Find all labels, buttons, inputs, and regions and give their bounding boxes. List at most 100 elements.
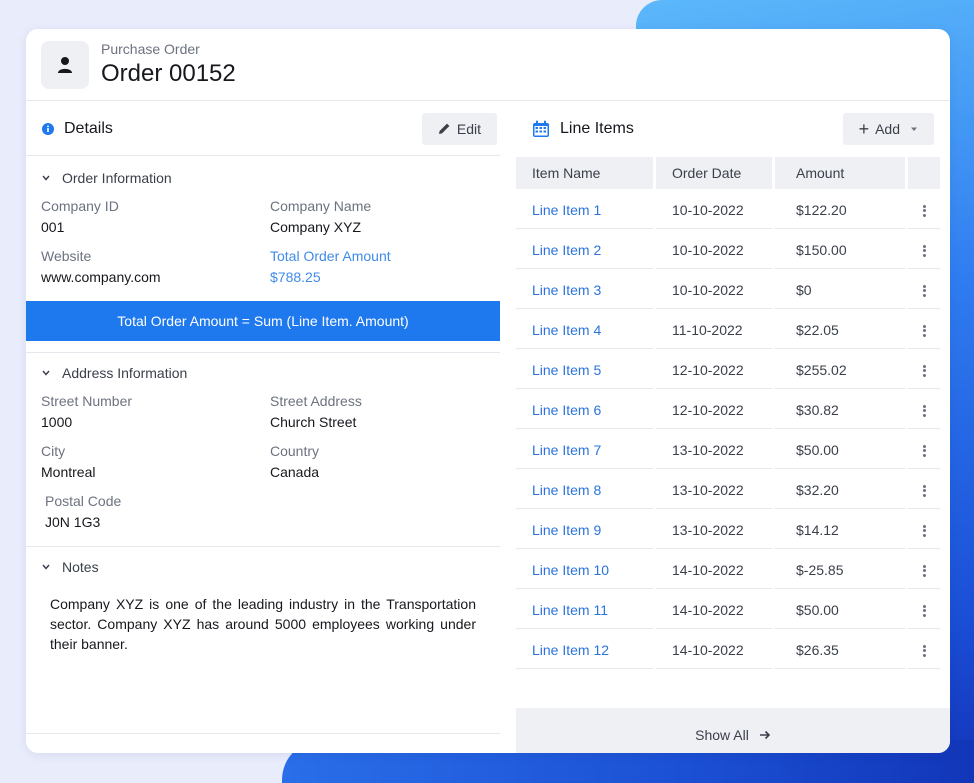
table-row: Line Item 7 13-10-2022 $50.00 (516, 431, 940, 469)
line-item-name-link[interactable]: Line Item 1 (516, 191, 653, 229)
page-subtitle: Purchase Order (101, 40, 200, 57)
line-item-date: 13-10-2022 (656, 511, 772, 549)
street-address-label: Street Address (270, 393, 362, 409)
street-address-value: Church Street (270, 414, 357, 430)
line-item-amount: $30.82 (775, 391, 905, 429)
row-actions-menu[interactable] (908, 471, 940, 509)
edit-button[interactable]: Edit (421, 112, 497, 145)
line-items-panel: Line Items + Add Item Name Order Date Am… (516, 102, 950, 753)
row-actions-menu[interactable] (908, 431, 940, 469)
line-item-name-link[interactable]: Line Item 4 (516, 311, 653, 349)
add-line-item-button[interactable]: + Add (842, 113, 934, 145)
line-item-date: 11-10-2022 (656, 311, 772, 349)
line-item-name-link[interactable]: Line Item 7 (516, 431, 653, 469)
city-value: Montreal (41, 464, 96, 480)
order-information-toggle[interactable]: Order Information (26, 158, 500, 198)
chevron-down-icon (42, 564, 50, 570)
chevron-down-icon (42, 175, 50, 181)
kebab-menu-icon (922, 324, 926, 338)
caret-down-icon (911, 127, 917, 131)
country-value: Canada (270, 464, 320, 480)
postal-code-label: Postal Code (45, 493, 122, 509)
table-row: Line Item 1 10-10-2022 $122.20 (516, 191, 940, 229)
line-item-date: 12-10-2022 (656, 351, 772, 389)
table-row: Line Item 2 10-10-2022 $150.00 (516, 231, 940, 269)
table-row: Line Item 3 10-10-2022 $0 (516, 271, 940, 309)
row-actions-menu[interactable] (908, 191, 940, 229)
line-item-date: 14-10-2022 (656, 551, 772, 589)
order-information-heading: Order Information (62, 170, 172, 186)
calendar-icon (533, 120, 549, 137)
postal-code-value: J0N 1G3 (45, 514, 101, 530)
line-items-title: Line Items (560, 120, 634, 137)
plus-icon: + (858, 119, 870, 139)
street-number-label: Street Number (41, 393, 133, 409)
line-item-amount: $122.20 (775, 191, 905, 229)
website-label: Website (41, 248, 92, 264)
row-actions-menu[interactable] (908, 391, 940, 429)
table-row: Line Item 11 14-10-2022 $50.00 (516, 591, 940, 629)
details-panel: Details Edit Order Information Company I… (26, 102, 500, 753)
line-item-name-link[interactable]: Line Item 3 (516, 271, 653, 309)
line-item-name-link[interactable]: Line Item 8 (516, 471, 653, 509)
kebab-menu-icon (922, 244, 926, 258)
kebab-menu-icon (922, 564, 926, 578)
line-item-date: 14-10-2022 (656, 591, 772, 629)
line-item-name-link[interactable]: Line Item 10 (516, 551, 653, 589)
table-row: Line Item 9 13-10-2022 $14.12 (516, 511, 940, 549)
line-item-amount: $32.20 (775, 471, 905, 509)
formula-banner: Total Order Amount = Sum (Line Item. Amo… (26, 301, 500, 341)
company-name-label: Company Name (270, 198, 372, 214)
notes-heading: Notes (62, 559, 99, 575)
column-header-order-date[interactable]: Order Date (656, 157, 772, 189)
row-actions-menu[interactable] (908, 311, 940, 349)
street-number-value: 1000 (41, 414, 73, 430)
line-item-amount: $255.02 (775, 351, 905, 389)
address-information-toggle[interactable]: Address Information (26, 353, 500, 393)
notes-text: Company XYZ is one of the leading indust… (50, 596, 476, 652)
row-actions-menu[interactable] (908, 591, 940, 629)
line-item-name-link[interactable]: Line Item 9 (516, 511, 653, 549)
line-item-name-link[interactable]: Line Item 12 (516, 631, 653, 669)
line-items-header: Line Items + Add (516, 102, 950, 156)
arrow-right-icon (759, 730, 770, 740)
column-header-item-name[interactable]: Item Name (516, 157, 653, 189)
row-actions-menu[interactable] (908, 271, 940, 309)
line-item-date: 13-10-2022 (656, 471, 772, 509)
section-divider (26, 733, 500, 734)
row-actions-menu[interactable] (908, 551, 940, 589)
line-item-name-link[interactable]: Line Item 5 (516, 351, 653, 389)
column-header-amount[interactable]: Amount (775, 157, 905, 189)
show-all-button[interactable]: Show All (516, 708, 950, 753)
row-actions-menu[interactable] (908, 351, 940, 389)
line-item-amount: $22.05 (775, 311, 905, 349)
chevron-down-icon (42, 370, 50, 376)
line-item-date: 10-10-2022 (656, 191, 772, 229)
row-actions-menu[interactable] (908, 631, 940, 669)
company-id-label: Company ID (41, 198, 119, 214)
line-item-date: 10-10-2022 (656, 231, 772, 269)
notes-toggle[interactable]: Notes (26, 547, 500, 587)
country-label: Country (270, 443, 320, 459)
table-row: Line Item 10 14-10-2022 $-25.85 (516, 551, 940, 589)
details-header: Details Edit (26, 102, 500, 156)
address-information-fields: Street Number 1000 Street Address Church… (26, 393, 500, 531)
line-item-name-link[interactable]: Line Item 11 (516, 591, 653, 629)
table-row: Line Item 8 13-10-2022 $32.20 (516, 471, 940, 509)
line-item-amount: $14.12 (775, 511, 905, 549)
line-item-name-link[interactable]: Line Item 2 (516, 231, 653, 269)
total-order-amount-label: Total Order Amount (270, 248, 391, 264)
row-actions-menu[interactable] (908, 511, 940, 549)
user-icon (58, 56, 72, 73)
line-item-name-link[interactable]: Line Item 6 (516, 391, 653, 429)
line-item-amount: $150.00 (775, 231, 905, 269)
row-actions-menu[interactable] (908, 231, 940, 269)
avatar (41, 40, 89, 89)
line-item-date: 12-10-2022 (656, 391, 772, 429)
page-header: Purchase Order Order 00152 (26, 29, 950, 101)
address-information-heading: Address Information (62, 365, 188, 381)
table-row: Line Item 5 12-10-2022 $255.02 (516, 351, 940, 389)
line-item-amount: $0 (775, 271, 905, 309)
info-icon (42, 122, 54, 135)
kebab-menu-icon (922, 604, 926, 618)
